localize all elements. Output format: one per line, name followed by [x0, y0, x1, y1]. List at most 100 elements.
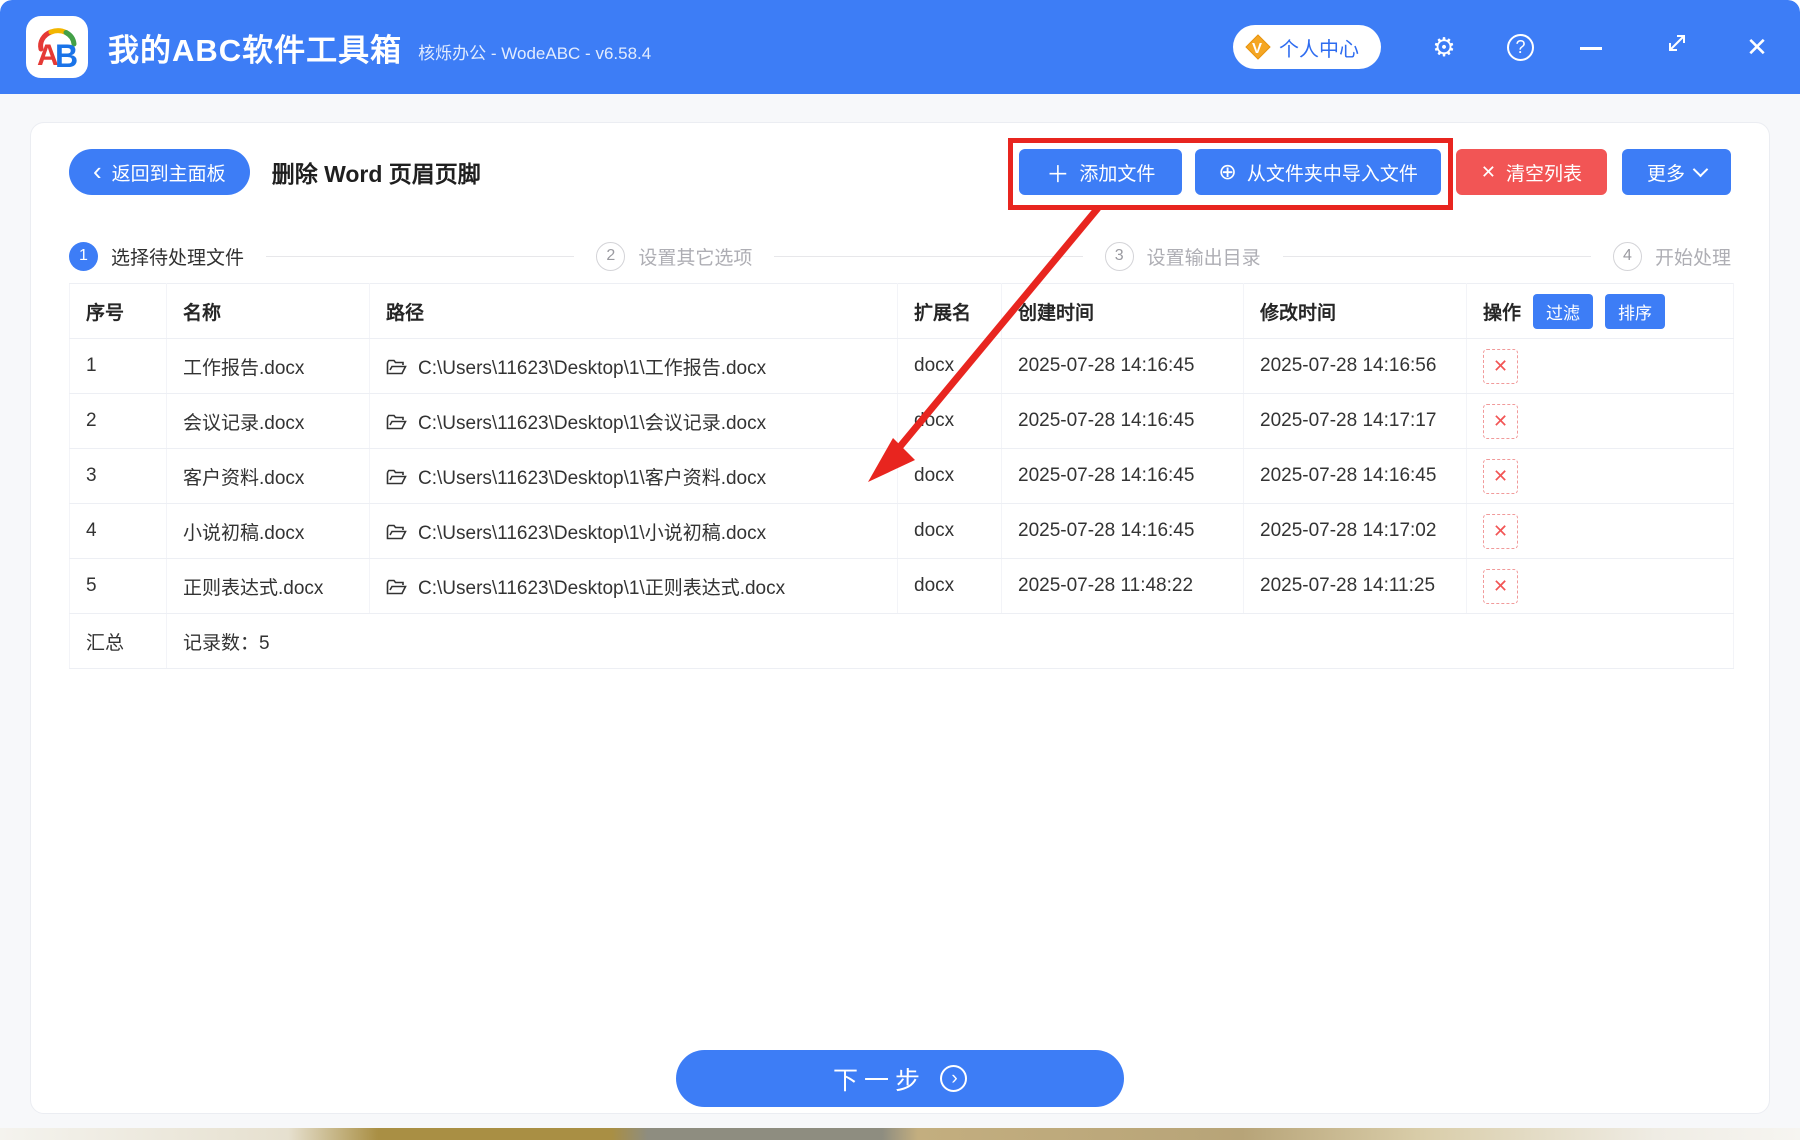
- step-connector: [774, 255, 1083, 257]
- cell-name: 客户资料.docx: [166, 448, 370, 504]
- delete-row-button[interactable]: ✕: [1483, 513, 1518, 549]
- header-index: 序号: [69, 283, 167, 339]
- delete-x-icon: ✕: [1492, 465, 1509, 486]
- cell-actions: ✕: [1466, 393, 1734, 449]
- cell-index: 5: [69, 558, 167, 614]
- cell-path: C:\Users\11623\Desktop\1\正则表达式.docx: [369, 558, 898, 614]
- step-1-number: 1: [69, 241, 98, 271]
- delete-row-button[interactable]: ✕: [1483, 458, 1518, 494]
- table-row: 1 工作报告.docx C:\Users\11623\Desktop\1\工作报…: [69, 338, 1734, 394]
- add-files-button[interactable]: ＋ 添加文件: [1019, 149, 1183, 195]
- cell-index: 3: [69, 448, 167, 504]
- cell-path: C:\Users\11623\Desktop\1\会议记录.docx: [369, 393, 898, 449]
- cell-created: 2025-07-28 14:16:45: [1001, 448, 1244, 504]
- actions-label: 操作: [1483, 302, 1522, 324]
- path-text: C:\Users\11623\Desktop\1\会议记录.docx: [418, 412, 767, 434]
- clear-list-button[interactable]: ✕ 清空列表: [1455, 149, 1607, 195]
- clear-x-icon: ✕: [1480, 161, 1496, 182]
- next-step-button[interactable]: 下一步 ›: [676, 1050, 1124, 1107]
- chevron-left-icon: ‹: [93, 155, 102, 186]
- delete-row-button[interactable]: ✕: [1483, 403, 1518, 439]
- titlebar: A B 我的ABC软件工具箱 核烁办公 - WodeABC - v6.58.4 …: [0, 0, 1800, 94]
- close-button[interactable]: ✕: [1740, 30, 1774, 64]
- cell-created: 2025-07-28 14:16:45: [1001, 503, 1244, 559]
- more-label: 更多: [1646, 163, 1685, 185]
- user-center-label: 个人中心: [1279, 38, 1359, 61]
- step-3-number: 3: [1104, 241, 1134, 271]
- step-1-label: 选择待处理文件: [111, 247, 245, 269]
- desktop-edge-strip: [0, 1128, 1800, 1140]
- folder-icon: [386, 359, 407, 374]
- cell-ext: docx: [897, 448, 1002, 504]
- path-text: C:\Users\11623\Desktop\1\小说初稿.docx: [418, 522, 767, 544]
- cell-modified: 2025-07-28 14:17:02: [1243, 503, 1467, 559]
- delete-x-icon: ✕: [1492, 410, 1509, 431]
- cell-name: 小说初稿.docx: [166, 503, 370, 559]
- cell-name: 会议记录.docx: [166, 393, 370, 449]
- cell-actions: ✕: [1466, 448, 1734, 504]
- file-table: 序号 名称 路径 扩展名 创建时间 修改时间 操作 过滤 排序 1 工作报告.d…: [69, 283, 1734, 669]
- minimize-icon: [1580, 46, 1602, 50]
- folder-icon: [386, 579, 407, 594]
- minimize-button[interactable]: [1580, 45, 1614, 50]
- summary-label: 汇总: [69, 613, 167, 669]
- annotated-button-group: ＋ 添加文件 ⊕ 从文件夹中导入文件: [1008, 138, 1453, 210]
- table-row: 4 小说初稿.docx C:\Users\11623\Desktop\1\小说初…: [69, 503, 1734, 559]
- path-text: C:\Users\11623\Desktop\1\客户资料.docx: [418, 467, 767, 489]
- step-4-number: 4: [1612, 241, 1642, 271]
- cell-modified: 2025-07-28 14:16:45: [1243, 448, 1467, 504]
- table-row: 3 客户资料.docx C:\Users\11623\Desktop\1\客户资…: [69, 448, 1734, 504]
- cell-name: 工作报告.docx: [166, 338, 370, 394]
- resize-diagonal-icon: [1669, 35, 1685, 51]
- svg-text:V: V: [1252, 40, 1262, 57]
- back-to-main-button[interactable]: ‹ 返回到主面板: [69, 149, 250, 195]
- back-button-label: 返回到主面板: [111, 163, 226, 185]
- app-title: 我的ABC软件工具箱: [108, 32, 403, 68]
- user-center-button[interactable]: V 个人中心: [1233, 25, 1381, 69]
- import-from-folder-button[interactable]: ⊕ 从文件夹中导入文件: [1195, 149, 1441, 195]
- abc-logo-icon: A B: [37, 28, 78, 71]
- cell-modified: 2025-07-28 14:17:17: [1243, 393, 1467, 449]
- delete-row-button[interactable]: ✕: [1483, 568, 1518, 604]
- clear-list-label: 清空列表: [1505, 163, 1582, 185]
- import-from-folder-label: 从文件夹中导入文件: [1246, 163, 1418, 185]
- page-title: 删除 Word 页眉页脚: [271, 161, 481, 187]
- settings-gear-icon[interactable]: ⚙: [1427, 30, 1461, 64]
- delete-x-icon: ✕: [1492, 520, 1509, 541]
- table-row: 2 会议记录.docx C:\Users\11623\Desktop\1\会议记…: [69, 393, 1734, 449]
- filter-button[interactable]: 过滤: [1533, 293, 1594, 329]
- step-2-label: 设置其它选项: [638, 247, 753, 269]
- delete-x-icon: ✕: [1492, 355, 1509, 376]
- help-icon[interactable]: ?: [1507, 33, 1534, 61]
- svg-text:B: B: [55, 38, 78, 71]
- path-text: C:\Users\11623\Desktop\1\工作报告.docx: [418, 357, 767, 379]
- header-path: 路径: [369, 283, 898, 339]
- chevron-down-icon: [1692, 161, 1709, 177]
- sort-button[interactable]: 排序: [1605, 293, 1666, 329]
- more-button[interactable]: 更多: [1621, 149, 1731, 195]
- table-row: 5 正则表达式.docx C:\Users\11623\Desktop\1\正则…: [69, 558, 1734, 614]
- cell-index: 2: [69, 393, 167, 449]
- cell-ext: docx: [897, 393, 1002, 449]
- next-step-label: 下一步: [832, 1066, 926, 1095]
- delete-x-icon: ✕: [1492, 575, 1509, 596]
- cell-created: 2025-07-28 11:48:22: [1001, 558, 1244, 614]
- cell-ext: docx: [897, 503, 1002, 559]
- toolbar: ‹ 返回到主面板 删除 Word 页眉页脚 ＋ 添加文件 ⊕ 从文件夹中导入文件: [69, 138, 1731, 210]
- header-modified: 修改时间: [1243, 283, 1467, 339]
- cell-modified: 2025-07-28 14:11:25: [1243, 558, 1467, 614]
- circle-plus-icon: ⊕: [1218, 159, 1237, 184]
- header-name: 名称: [166, 283, 370, 339]
- app-window: A B 我的ABC软件工具箱 核烁办公 - WodeABC - v6.58.4 …: [0, 0, 1800, 1140]
- delete-row-button[interactable]: ✕: [1483, 348, 1518, 384]
- cell-path: C:\Users\11623\Desktop\1\小说初稿.docx: [369, 503, 898, 559]
- main-panel: ‹ 返回到主面板 删除 Word 页眉页脚 ＋ 添加文件 ⊕ 从文件夹中导入文件: [30, 122, 1770, 1114]
- app-subtitle: 核烁办公 - WodeABC - v6.58.4: [418, 43, 652, 63]
- cell-actions: ✕: [1466, 338, 1734, 394]
- cell-actions: ✕: [1466, 503, 1734, 559]
- resize-button[interactable]: [1660, 30, 1694, 64]
- cell-modified: 2025-07-28 14:16:56: [1243, 338, 1467, 394]
- step-4-label: 开始处理: [1654, 247, 1731, 269]
- titlebar-controls: V 个人中心 ⚙ ? ✕: [1233, 25, 1774, 69]
- cell-path: C:\Users\11623\Desktop\1\客户资料.docx: [369, 448, 898, 504]
